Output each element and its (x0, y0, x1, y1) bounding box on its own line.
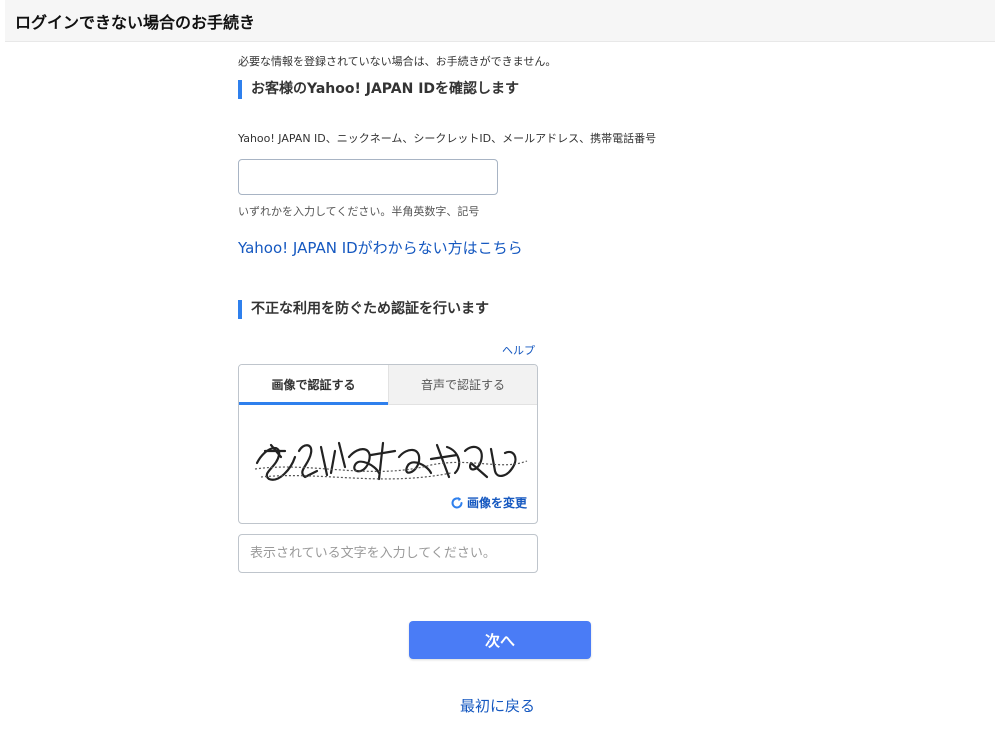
page-header: ログインできない場合のお手続き (5, 0, 995, 42)
change-image-button[interactable]: 画像を変更 (450, 494, 527, 511)
notice-text: 必要な情報を登録されていない場合は、お手続きができません。 (238, 55, 557, 68)
forgot-id-link[interactable]: Yahoo! JAPAN IDがわからない方はこちら (238, 237, 523, 258)
captcha-section-title: 不正な利用を防ぐため認証を行います (238, 300, 489, 319)
id-input[interactable] (238, 159, 498, 195)
tab-image-auth[interactable]: 画像で認証する (239, 365, 388, 405)
next-button[interactable]: 次へ (409, 621, 591, 659)
captcha-image (254, 441, 528, 481)
help-link[interactable]: ヘルプ (502, 342, 535, 358)
tab-audio-auth[interactable]: 音声で認証する (388, 365, 537, 405)
back-to-start-link[interactable]: 最初に戻る (460, 695, 535, 716)
captcha-input[interactable] (238, 534, 538, 573)
page-title: ログインできない場合のお手続き (15, 13, 256, 32)
id-field-hint: いずれかを入力してください。半角英数字、記号 (238, 205, 480, 218)
captcha-panel: 画像で認証する 音声で認証する 画像を変更 (238, 364, 538, 524)
refresh-icon (451, 496, 463, 508)
change-image-label: 画像を変更 (466, 496, 527, 510)
id-field-label: Yahoo! JAPAN ID、ニックネーム、シークレットID、メールアドレス、… (238, 132, 657, 145)
id-section-title: お客様のYahoo! JAPAN IDを確認します (238, 80, 519, 99)
